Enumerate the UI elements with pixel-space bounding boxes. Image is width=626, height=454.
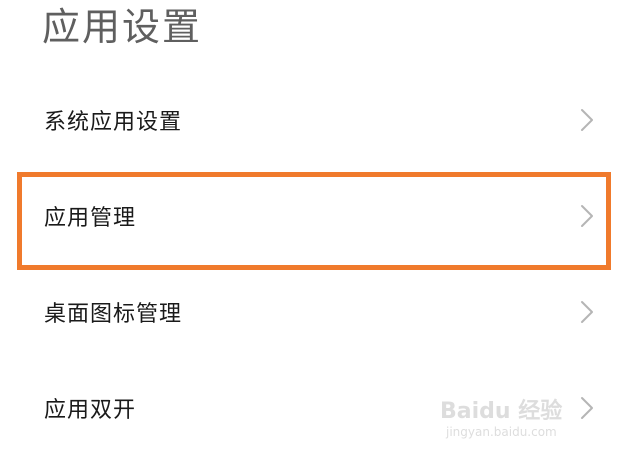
settings-item-label: 桌面图标管理 (44, 302, 183, 327)
settings-item-app-management[interactable]: 应用管理 (0, 168, 626, 264)
settings-item-label: 应用双开 (44, 398, 137, 423)
settings-item-system-app-settings[interactable]: 系统应用设置 (0, 72, 626, 168)
settings-list: 系统应用设置 应用管理 桌面图标管理 应用双开 (0, 72, 626, 454)
settings-item-label: 系统应用设置 (44, 110, 183, 135)
settings-item-dual-apps[interactable]: 应用双开 (0, 360, 626, 454)
chevron-right-icon (581, 397, 593, 419)
chevron-right-icon (581, 109, 593, 131)
settings-item-desktop-icon-management[interactable]: 桌面图标管理 (0, 264, 626, 360)
chevron-right-icon (581, 301, 593, 323)
settings-item-label: 应用管理 (44, 206, 137, 231)
chevron-right-icon (581, 205, 593, 227)
page-title: 应用设置 (42, 5, 203, 49)
